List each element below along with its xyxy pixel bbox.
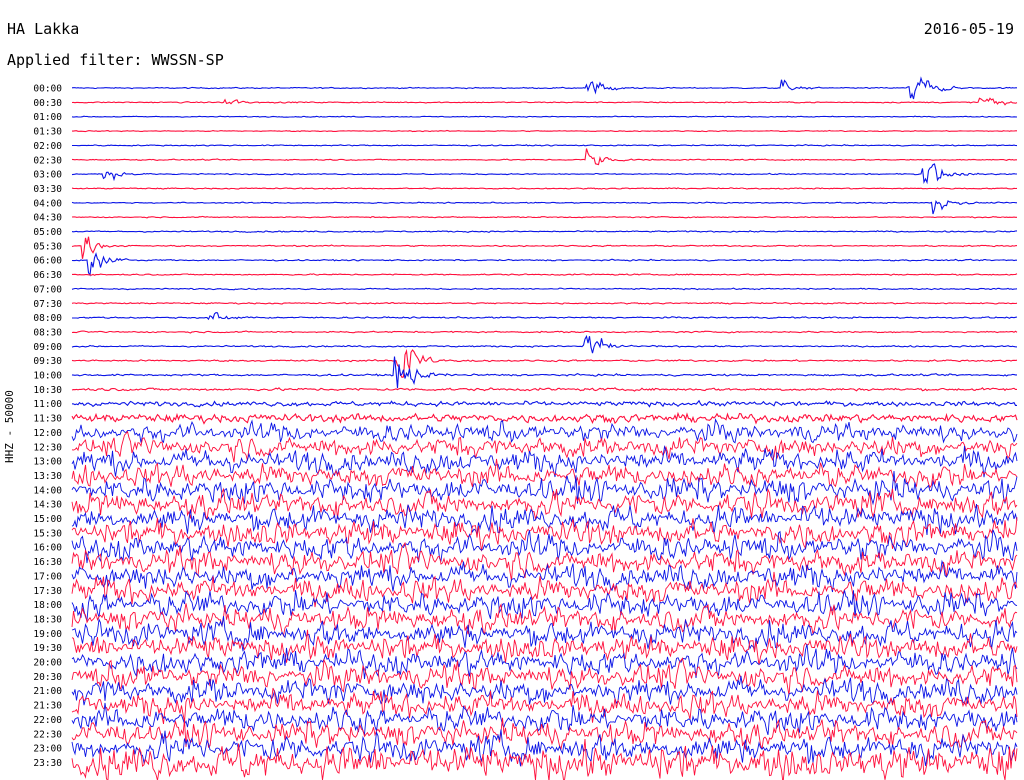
row-label: 07:00	[33, 284, 62, 295]
row-label: 23:30	[33, 758, 62, 769]
row-label: 00:30	[33, 98, 62, 109]
trace-row	[71, 348, 1018, 378]
trace-row	[72, 273, 1018, 276]
row-label: 17:00	[33, 571, 62, 582]
trace-row	[71, 97, 1018, 106]
trace-row	[71, 187, 1018, 190]
row-label: 22:30	[33, 729, 62, 740]
row-label: 03:00	[33, 170, 62, 181]
row-label: 09:00	[33, 342, 62, 353]
row-label: 01:00	[33, 112, 62, 123]
trace-row	[71, 411, 1018, 425]
row-label: 04:30	[33, 213, 62, 224]
row-label: 15:00	[33, 514, 62, 525]
row-label: 12:00	[33, 428, 62, 439]
row-label: 13:30	[33, 471, 62, 482]
row-label: 02:30	[33, 155, 62, 166]
row-label: 15:30	[33, 528, 62, 539]
row-label: 05:30	[33, 241, 62, 252]
trace-row	[71, 200, 1018, 215]
trace-row	[71, 399, 1017, 408]
trace-row	[71, 76, 1017, 100]
row-label: 18:00	[33, 600, 62, 611]
row-label: 13:00	[33, 457, 62, 468]
trace-row	[71, 287, 1018, 291]
row-labels: 00:00 00:30 01:00 01:30 02:00 02:30 03:00 03:30…	[33, 84, 62, 769]
row-label: 19:00	[33, 629, 62, 640]
trace-row	[72, 312, 1018, 321]
trace-row	[71, 334, 1018, 354]
trace-row	[71, 702, 1018, 737]
row-label: 12:30	[33, 442, 62, 453]
trace-row	[71, 230, 1018, 234]
trace-row	[71, 301, 1018, 305]
row-label: 14:30	[33, 500, 62, 511]
trace-row	[71, 215, 1017, 219]
row-label: 11:00	[33, 399, 62, 410]
row-label: 02:00	[33, 141, 62, 152]
trace-row	[71, 115, 1018, 118]
row-label: 16:00	[33, 543, 62, 554]
row-label: 05:00	[33, 227, 62, 238]
row-label: 19:30	[33, 643, 62, 654]
trace-rows	[71, 76, 1018, 780]
row-label: 06:30	[33, 270, 62, 281]
trace-row	[71, 252, 1017, 277]
row-label: 08:30	[33, 327, 62, 338]
row-label: 14:00	[33, 485, 62, 496]
row-label: 22:00	[33, 715, 62, 726]
trace-row	[71, 330, 1018, 334]
row-label: 11:30	[33, 414, 62, 425]
trace-row	[71, 603, 1018, 638]
row-label: 04:00	[33, 198, 62, 209]
row-label: 23:00	[33, 744, 62, 755]
trace-row	[72, 143, 1018, 147]
trace-row	[71, 387, 1017, 392]
trace-row	[71, 418, 1018, 444]
trace-row	[71, 458, 1018, 489]
row-label: 20:00	[33, 658, 62, 669]
trace-row	[72, 129, 1017, 133]
row-label: 20:30	[33, 672, 62, 683]
helicorder-plot: 00:00 00:30 01:00 01:30 02:00 02:30 03:00 03:30…	[33, 76, 1018, 780]
row-label: 16:30	[33, 557, 62, 568]
trace-row	[71, 236, 1018, 259]
row-label: 03:30	[33, 184, 62, 195]
row-label: 21:00	[33, 686, 62, 697]
row-label: 01:30	[33, 127, 62, 138]
row-label: 10:30	[33, 385, 62, 396]
row-label: 18:30	[33, 614, 62, 625]
row-label: 00:00	[33, 84, 62, 95]
row-label: 10:00	[33, 371, 62, 382]
row-label: 06:00	[33, 256, 62, 267]
row-label: 21:30	[33, 701, 62, 712]
row-label: 08:00	[33, 313, 62, 324]
row-label: 07:30	[33, 299, 62, 310]
trace-row	[71, 163, 1017, 185]
row-label: 09:30	[33, 356, 62, 367]
trace-row	[71, 430, 1018, 463]
row-label: 17:30	[33, 586, 62, 597]
trace-row	[71, 148, 1017, 166]
